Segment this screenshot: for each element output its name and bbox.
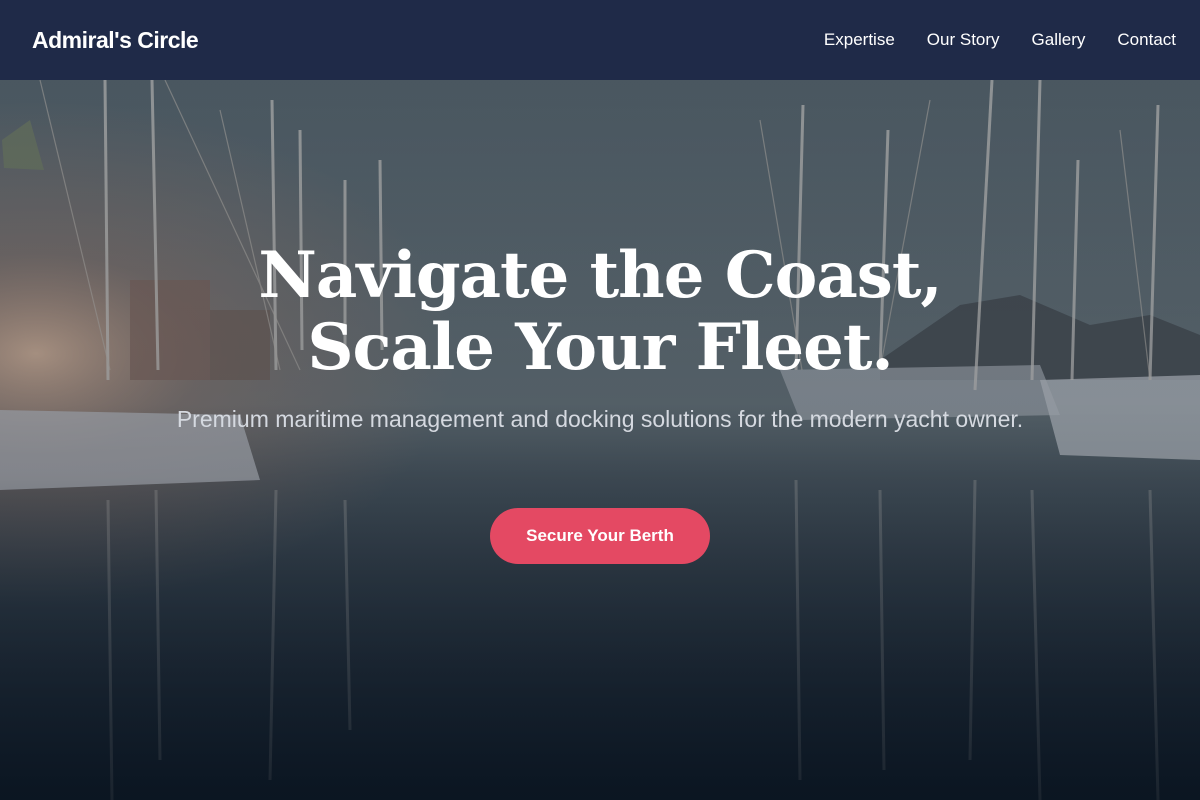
secure-berth-button[interactable]: Secure Your Berth (490, 508, 710, 564)
hero-headline-line-1: Navigate the Coast, (258, 238, 942, 313)
nav-link-expertise[interactable]: Expertise (824, 30, 895, 50)
nav-link-gallery[interactable]: Gallery (1032, 30, 1086, 50)
nav-link-our-story[interactable]: Our Story (927, 30, 1000, 50)
hero-subheadline: Premium maritime management and docking … (176, 406, 1024, 432)
hero-section: Navigate the Coast, Scale Your Fleet. Pr… (0, 80, 1200, 800)
hero-headline: Navigate the Coast, Scale Your Fleet. (100, 240, 1100, 384)
main-nav: Expertise Our Story Gallery Contact (824, 30, 1176, 50)
hero-content: Navigate the Coast, Scale Your Fleet. Pr… (0, 80, 1200, 800)
brand-logo[interactable]: Admiral's Circle (32, 27, 199, 54)
nav-link-contact[interactable]: Contact (1117, 30, 1176, 50)
hero-headline-line-2: Scale Your Fleet. (307, 310, 893, 385)
top-navbar: Admiral's Circle Expertise Our Story Gal… (0, 0, 1200, 80)
